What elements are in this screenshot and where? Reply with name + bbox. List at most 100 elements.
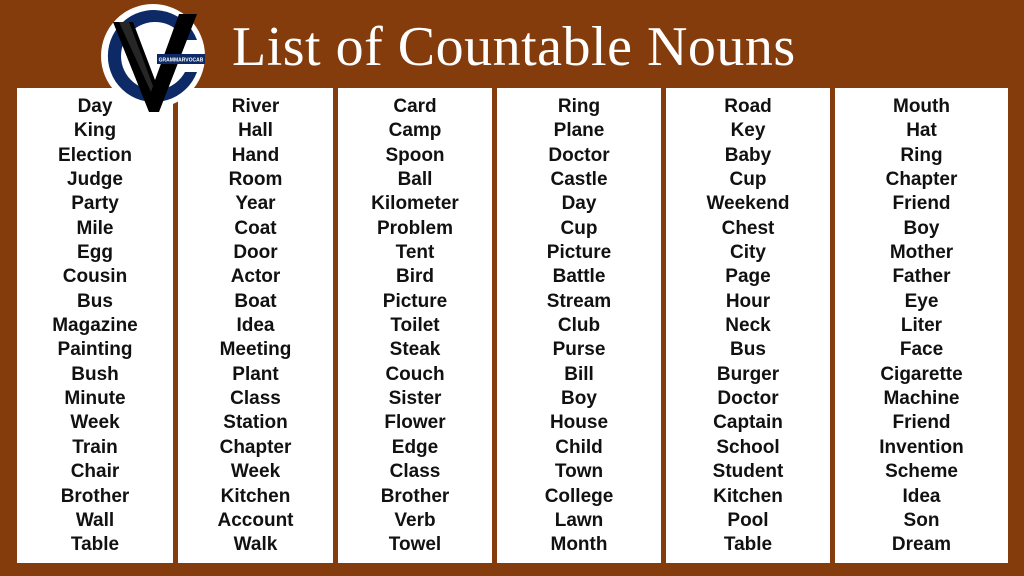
noun-item: College [544, 485, 614, 507]
noun-item: Friend [892, 193, 951, 215]
noun-item: Painting [57, 339, 133, 361]
noun-item: Election [58, 144, 132, 166]
noun-item: Plane [553, 120, 605, 142]
noun-item: Chapter [219, 436, 292, 458]
noun-item: Friend [892, 412, 951, 434]
noun-item: Mother [889, 242, 954, 264]
noun-item: Invention [879, 436, 964, 458]
noun-item: Walk [233, 534, 278, 556]
noun-item: Pool [727, 509, 769, 531]
noun-item: Actor [230, 266, 281, 288]
noun-item: Tent [395, 242, 435, 264]
noun-item: Page [725, 266, 771, 288]
noun-item: Problem [376, 217, 454, 239]
noun-item: Neck [725, 315, 771, 337]
noun-item: Verb [394, 509, 436, 531]
noun-item: Scheme [885, 461, 958, 483]
noun-item: Hand [231, 144, 280, 166]
noun-item: Door [233, 242, 278, 264]
nouns-table: Day King Election Judge Party Mile Egg Cousin Bu… [17, 88, 1008, 563]
noun-item: Ball [397, 169, 433, 191]
noun-item: Bush [71, 363, 119, 385]
noun-item: Stream [546, 290, 612, 312]
noun-item: Year [235, 193, 276, 215]
noun-item: Towel [388, 534, 442, 556]
noun-item: Road [724, 96, 772, 117]
noun-item: Kitchen [713, 485, 783, 507]
noun-item: Boy [903, 217, 940, 239]
page-title: List of Countable Nouns [232, 16, 796, 78]
noun-item: Weekend [706, 193, 790, 215]
noun-item: Castle [550, 169, 608, 191]
noun-item: House [549, 412, 609, 434]
noun-item: Picture [546, 242, 612, 264]
noun-item: River [231, 96, 280, 117]
noun-column-3: Card Camp Spoon Ball Kilometer Problem Tent Bir… [338, 88, 492, 563]
noun-item: Wall [75, 509, 115, 531]
noun-item: Judge [67, 169, 123, 191]
noun-item: King [73, 120, 117, 142]
noun-item: Brother [60, 485, 130, 507]
noun-item: Bus [77, 290, 113, 312]
noun-item: Idea [236, 315, 275, 337]
noun-item: Cousin [62, 266, 128, 288]
noun-item: Couch [385, 363, 445, 385]
noun-item: Purse [552, 339, 606, 361]
noun-item: Spoon [385, 144, 445, 166]
noun-item: Dream [891, 534, 952, 556]
noun-item: Card [393, 96, 437, 117]
noun-item: Month [550, 534, 608, 556]
noun-item: Week [70, 412, 120, 434]
noun-item: Son [903, 509, 940, 531]
noun-item: Week [230, 461, 281, 483]
noun-item: Child [555, 436, 603, 458]
noun-item: Account [217, 509, 294, 531]
noun-item: Captain [713, 412, 783, 434]
noun-item: Magazine [52, 315, 138, 337]
noun-item: Bus [730, 339, 766, 361]
logo-text: GRAMMARVOCAB [159, 58, 204, 64]
noun-item: Train [72, 436, 118, 458]
noun-item: Minute [64, 388, 126, 410]
noun-item: Toilet [390, 315, 440, 337]
noun-item: Mile [76, 217, 114, 239]
noun-item: Machine [883, 388, 960, 410]
noun-column-4: Ring Plane Doctor Castle Day Cup Picture Battle… [497, 88, 661, 563]
noun-item: Cup [729, 169, 767, 191]
noun-item: Lawn [554, 509, 604, 531]
noun-column-1: Day King Election Judge Party Mile Egg Cousin Bu… [17, 88, 173, 563]
noun-item: Edge [391, 436, 439, 458]
noun-item: Steak [389, 339, 441, 361]
noun-item: Chapter [885, 169, 958, 191]
noun-item: Picture [382, 290, 448, 312]
noun-item: Doctor [717, 388, 779, 410]
noun-item: City [730, 242, 766, 264]
noun-item: School [716, 436, 780, 458]
noun-item: Ring [900, 144, 943, 166]
noun-item: Chest [721, 217, 775, 239]
noun-item: Party [71, 193, 119, 215]
noun-item: Camp [388, 120, 442, 142]
noun-item: Class [230, 388, 281, 410]
noun-item: Liter [900, 315, 943, 337]
noun-item: Baby [724, 144, 772, 166]
noun-item: Day [561, 193, 597, 215]
noun-item: Sister [388, 388, 442, 410]
noun-item: Hall [238, 120, 273, 142]
noun-item: Station [223, 412, 288, 434]
noun-item: Table [723, 534, 773, 556]
noun-item: Egg [77, 242, 113, 264]
noun-item: Brother [380, 485, 450, 507]
noun-item: Ring [557, 96, 601, 117]
noun-item: Doctor [548, 144, 610, 166]
noun-item: Eye [904, 290, 939, 312]
noun-item: Meeting [219, 339, 292, 361]
noun-item: Boat [234, 290, 277, 312]
noun-item: Face [899, 339, 944, 361]
noun-column-5: Road Key Baby Cup Weekend Chest City Page Hour Ne… [666, 88, 830, 563]
noun-item: Bird [396, 266, 434, 288]
noun-item: Coat [234, 217, 277, 239]
noun-item: Idea [902, 485, 941, 507]
noun-item: Burger [716, 363, 780, 385]
noun-item: Kilometer [371, 193, 459, 215]
